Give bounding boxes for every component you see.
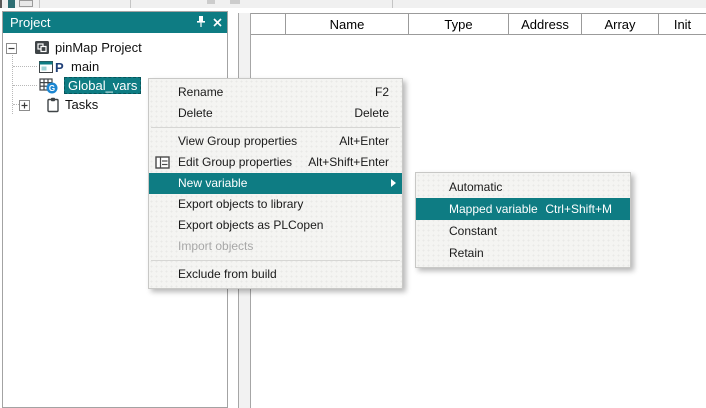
column-header-label: Array	[604, 17, 635, 32]
menu-item-shortcut: F2	[375, 82, 389, 103]
tree-item-label[interactable]: Global_vars	[64, 77, 141, 94]
menu-item-export-objects-as-plcopen[interactable]: Export objects as PLCopen	[149, 215, 402, 236]
toolbar-sliver	[0, 0, 706, 8]
menu-item-mapped-variable[interactable]: Mapped variableCtrl+Shift+M	[416, 198, 630, 220]
menu-separator	[151, 127, 400, 128]
new-variable-submenu: AutomaticMapped variableCtrl+Shift+MCons…	[415, 172, 631, 268]
menu-item-edit-group-properties[interactable]: Edit Group propertiesAlt+Shift+Enter	[149, 152, 402, 173]
close-icon[interactable]	[213, 15, 222, 30]
menu-item-shortcut: Alt+Enter	[339, 131, 389, 152]
column-header-label: Name	[330, 17, 365, 32]
menu-item-label: New variable	[178, 173, 389, 194]
menu-item-export-objects-to-library[interactable]: Export objects to library	[149, 194, 402, 215]
menu-item-view-group-properties[interactable]: View Group propertiesAlt+Enter	[149, 131, 402, 152]
menu-item-label: Edit Group properties	[178, 152, 308, 173]
grid-header: Name Type Address Array Init	[251, 14, 706, 35]
menu-item-label: View Group properties	[178, 131, 339, 152]
toolbar-separator	[39, 0, 40, 8]
panel-title: Project	[10, 15, 50, 30]
column-header-array[interactable]: Array	[582, 14, 659, 35]
tree-item-label[interactable]: Tasks	[65, 97, 98, 112]
menu-item-label: Mapped variable	[449, 198, 545, 220]
toolbar-icon-fragment	[19, 0, 33, 7]
column-header-label: Type	[444, 17, 472, 32]
svg-text:G: G	[49, 84, 55, 93]
menu-item-shortcut: Ctrl+Shift+M	[545, 198, 612, 220]
menu-item-label: Exclude from build	[178, 264, 389, 285]
toolbar-separator	[130, 0, 131, 8]
tree-item-pinmap-project[interactable]: pinMap Project	[3, 38, 227, 57]
menu-item-label: Rename	[178, 82, 375, 103]
toolbar-icon-fragment	[207, 0, 215, 4]
menu-item-label: Import objects	[178, 236, 389, 257]
menu-item-label: Export objects to library	[178, 194, 389, 215]
context-menu: RenameF2DeleteDeleteView Group propertie…	[148, 78, 403, 289]
menu-item-exclude-from-build[interactable]: Exclude from build	[149, 264, 402, 285]
menu-item-delete[interactable]: DeleteDelete	[149, 103, 402, 124]
toolbar-separator	[392, 0, 393, 8]
menu-item-label: Export objects as PLCopen	[178, 215, 389, 236]
tree-item-main[interactable]: Pmain	[3, 57, 227, 76]
menu-item-label: Retain	[449, 242, 612, 264]
menu-item-shortcut: Alt+Shift+Enter	[308, 152, 389, 173]
menu-item-label: Constant	[449, 220, 612, 242]
svg-text:P: P	[55, 60, 64, 74]
column-header-address[interactable]: Address	[509, 14, 582, 35]
pin-icon[interactable]	[196, 15, 206, 31]
menu-item-label: Automatic	[449, 176, 612, 198]
menu-item-label: Delete	[178, 103, 354, 124]
column-header-row-selector[interactable]	[251, 14, 286, 35]
project-icon	[34, 40, 50, 55]
pou-icon: P	[39, 60, 66, 74]
menu-item-new-variable[interactable]: New variable	[149, 173, 402, 194]
plus-expander-icon[interactable]	[19, 99, 30, 110]
menu-separator	[151, 260, 400, 261]
menu-item-import-objects: Import objects	[149, 236, 402, 257]
tree-item-label[interactable]: pinMap Project	[55, 40, 142, 55]
menu-item-retain[interactable]: Retain	[416, 242, 630, 264]
column-header-init[interactable]: Init	[659, 14, 706, 35]
minus-expander-icon[interactable]	[6, 42, 17, 53]
menu-item-shortcut: Delete	[354, 103, 389, 124]
menu-item-rename[interactable]: RenameF2	[149, 82, 402, 103]
global-vars-icon: G	[39, 78, 59, 94]
tasks-icon	[46, 97, 60, 113]
column-header-label: Address	[521, 17, 569, 32]
toolbar-icon-fragment	[230, 0, 240, 4]
column-header-label: Init	[674, 17, 691, 32]
menu-item-constant[interactable]: Constant	[416, 220, 630, 242]
tree-item-label[interactable]: main	[71, 59, 99, 74]
submenu-arrow-icon	[391, 179, 396, 187]
column-header-type[interactable]: Type	[409, 14, 509, 35]
project-panel-header: Project	[3, 12, 227, 33]
toolbar-icon-fragment	[8, 0, 15, 8]
column-header-name[interactable]: Name	[286, 14, 409, 35]
menu-item-automatic[interactable]: Automatic	[416, 176, 630, 198]
